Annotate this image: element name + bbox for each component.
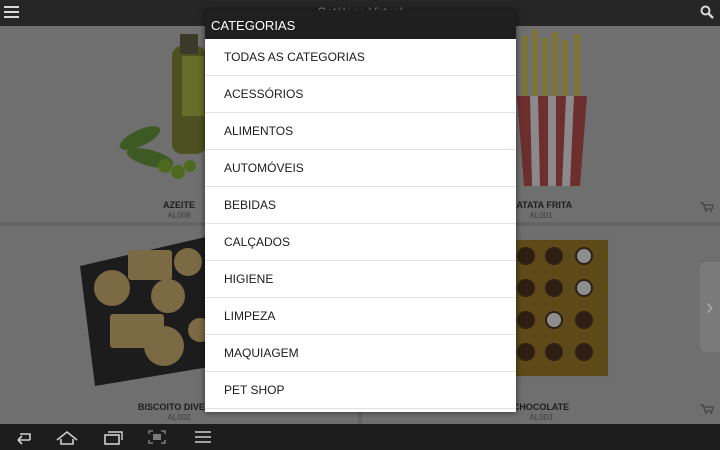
category-item-todas[interactable]: TODAS AS CATEGORIAS xyxy=(205,39,516,76)
menu-icon[interactable] xyxy=(190,428,216,446)
category-item-pet-shop[interactable]: PET SHOP xyxy=(205,372,516,409)
product-code: AL002 xyxy=(167,413,191,422)
category-dialog: CATEGORIAS TODAS AS CATEGORIAS ACESSÓRIO… xyxy=(205,10,516,412)
category-item-higiene[interactable]: HIGIENE xyxy=(205,261,516,298)
system-navigation-bar xyxy=(0,424,720,450)
category-item-maquiagem[interactable]: MAQUIAGEM xyxy=(205,335,516,372)
home-icon[interactable] xyxy=(54,428,80,446)
chevron-right-icon: › xyxy=(706,294,714,319)
category-item-bebidas[interactable]: BEBIDAS xyxy=(205,187,516,224)
back-icon[interactable] xyxy=(10,428,36,446)
screenshot-icon[interactable] xyxy=(144,428,170,446)
category-item-alimentos[interactable]: ALIMENTOS xyxy=(205,113,516,150)
product-name: BISCOITO DIVE xyxy=(138,402,205,412)
cart-icon[interactable] xyxy=(700,202,714,212)
category-item-calcados[interactable]: CALÇADOS xyxy=(205,224,516,261)
cart-icon[interactable] xyxy=(700,404,714,414)
category-item-acessorios[interactable]: ACESSÓRIOS xyxy=(205,76,516,113)
search-icon[interactable] xyxy=(700,5,714,19)
recent-apps-icon[interactable] xyxy=(100,428,126,446)
category-item-limpeza[interactable]: LIMPEZA xyxy=(205,298,516,335)
category-item-automoveis[interactable]: AUTOMÓVEIS xyxy=(205,150,516,187)
product-code: AL003 xyxy=(529,413,553,422)
dialog-title: CATEGORIAS xyxy=(205,10,516,39)
side-drawer-handle[interactable]: › xyxy=(700,262,720,352)
